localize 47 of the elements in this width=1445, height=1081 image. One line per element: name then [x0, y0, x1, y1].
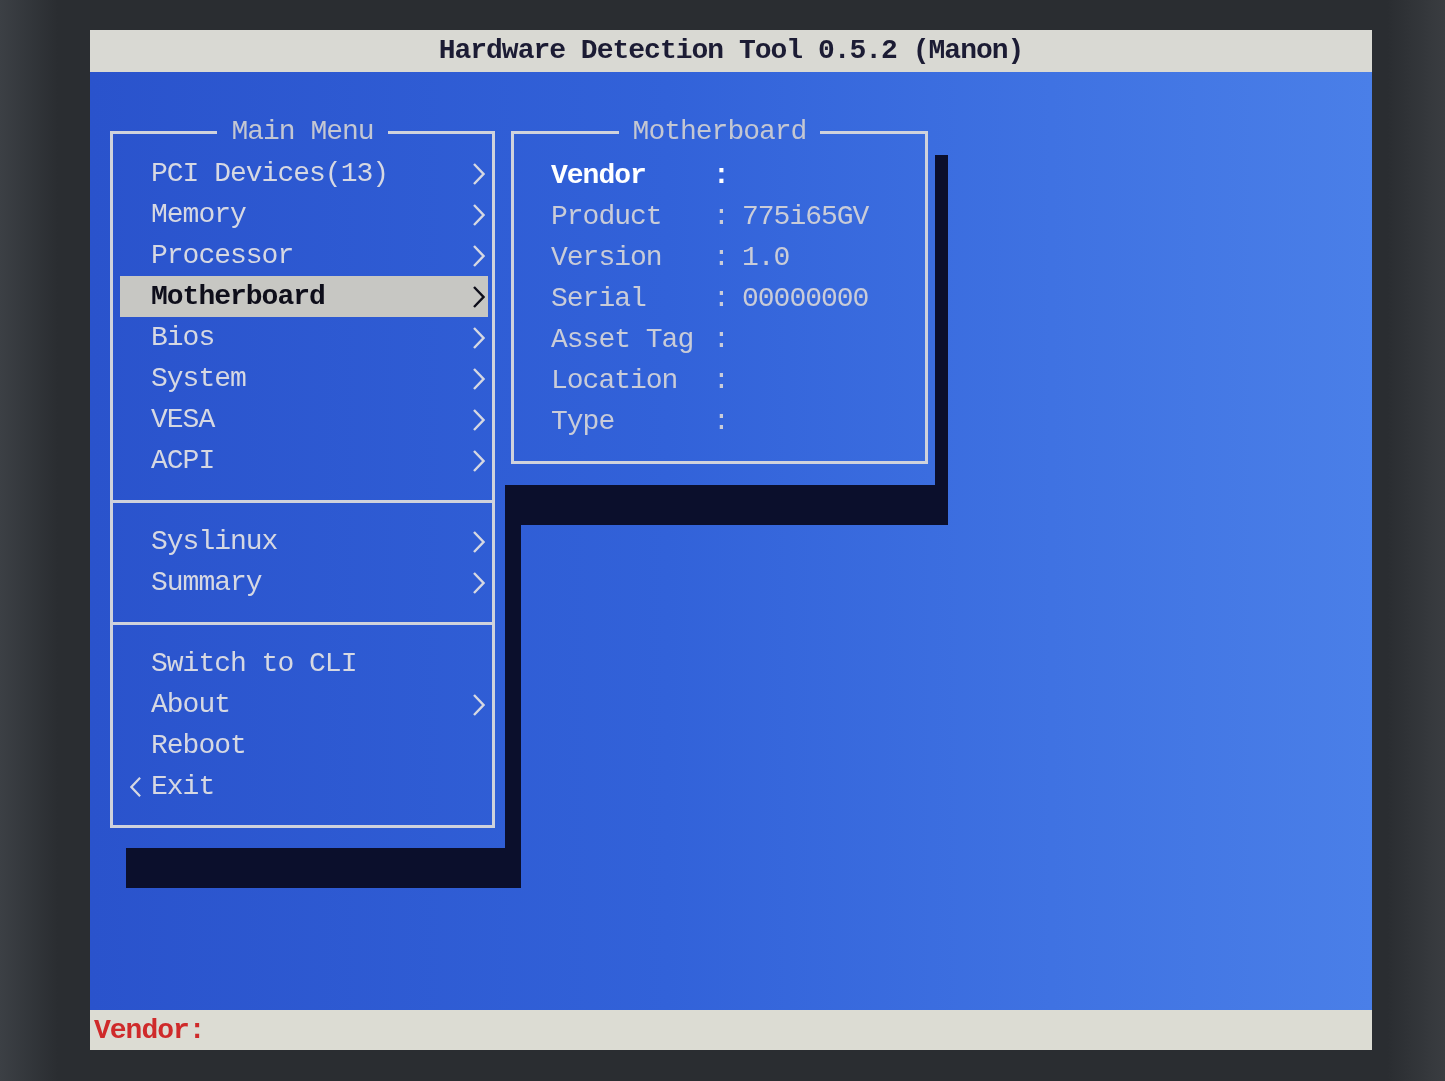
field-separator: :	[713, 160, 730, 191]
field-label: Asset Tag	[551, 324, 695, 355]
field-label: Version	[551, 242, 663, 273]
chevron-right-icon	[473, 408, 485, 431]
chevron-right-icon	[473, 162, 485, 185]
field-value: 1.0	[742, 242, 790, 273]
menu-item[interactable]: Motherboard	[120, 276, 488, 317]
chevron-right-icon	[473, 693, 485, 716]
field-separator: :	[713, 242, 730, 273]
app-title: Hardware Detection Tool 0.5.2 (Manon)	[438, 34, 1024, 68]
chevron-right-icon	[473, 367, 485, 390]
panel-title: Motherboard	[631, 117, 808, 147]
menu-item[interactable]: Exit	[120, 766, 488, 807]
chevron-right-icon	[473, 244, 485, 267]
chevron-right-icon	[473, 285, 485, 308]
field-label: Type	[551, 406, 616, 437]
chevron-right-icon	[473, 571, 485, 594]
chevron-right-icon	[473, 326, 485, 349]
status-text: Vendor:	[94, 1014, 205, 1046]
menu-item[interactable]: System	[120, 358, 488, 399]
menu-title: Main Menu	[230, 117, 375, 147]
menu-item[interactable]: Switch to CLI	[120, 643, 488, 684]
field-separator: :	[713, 201, 730, 232]
field-label: Product	[551, 201, 663, 232]
menu-item[interactable]: VESA	[120, 399, 488, 440]
field-value: 00000000	[742, 283, 869, 314]
menu-item[interactable]: Syslinux	[120, 521, 488, 562]
chevron-left-icon	[130, 775, 141, 798]
field-separator: :	[713, 365, 730, 396]
menu-item[interactable]: Reboot	[120, 725, 488, 766]
field-label: Location	[551, 365, 679, 396]
menu-item[interactable]: ACPI	[120, 440, 488, 481]
field-label: Serial	[551, 283, 647, 314]
field-separator: :	[713, 283, 730, 314]
menu-item[interactable]: Processor	[120, 235, 488, 276]
chevron-right-icon	[473, 530, 485, 553]
field-separator: :	[713, 406, 730, 437]
field-label: Vendor	[551, 160, 647, 191]
field-value: 775i65GV	[742, 201, 869, 232]
field-separator: :	[713, 324, 730, 355]
menu-item[interactable]: Summary	[120, 562, 488, 603]
chevron-right-icon	[473, 203, 485, 226]
menu-item[interactable]: About	[120, 684, 488, 725]
menu-item[interactable]: Memory	[120, 194, 488, 235]
menu-item[interactable]: Bios	[120, 317, 488, 358]
menu-item[interactable]: PCI Devices(13)	[120, 153, 488, 194]
chevron-right-icon	[473, 449, 485, 472]
